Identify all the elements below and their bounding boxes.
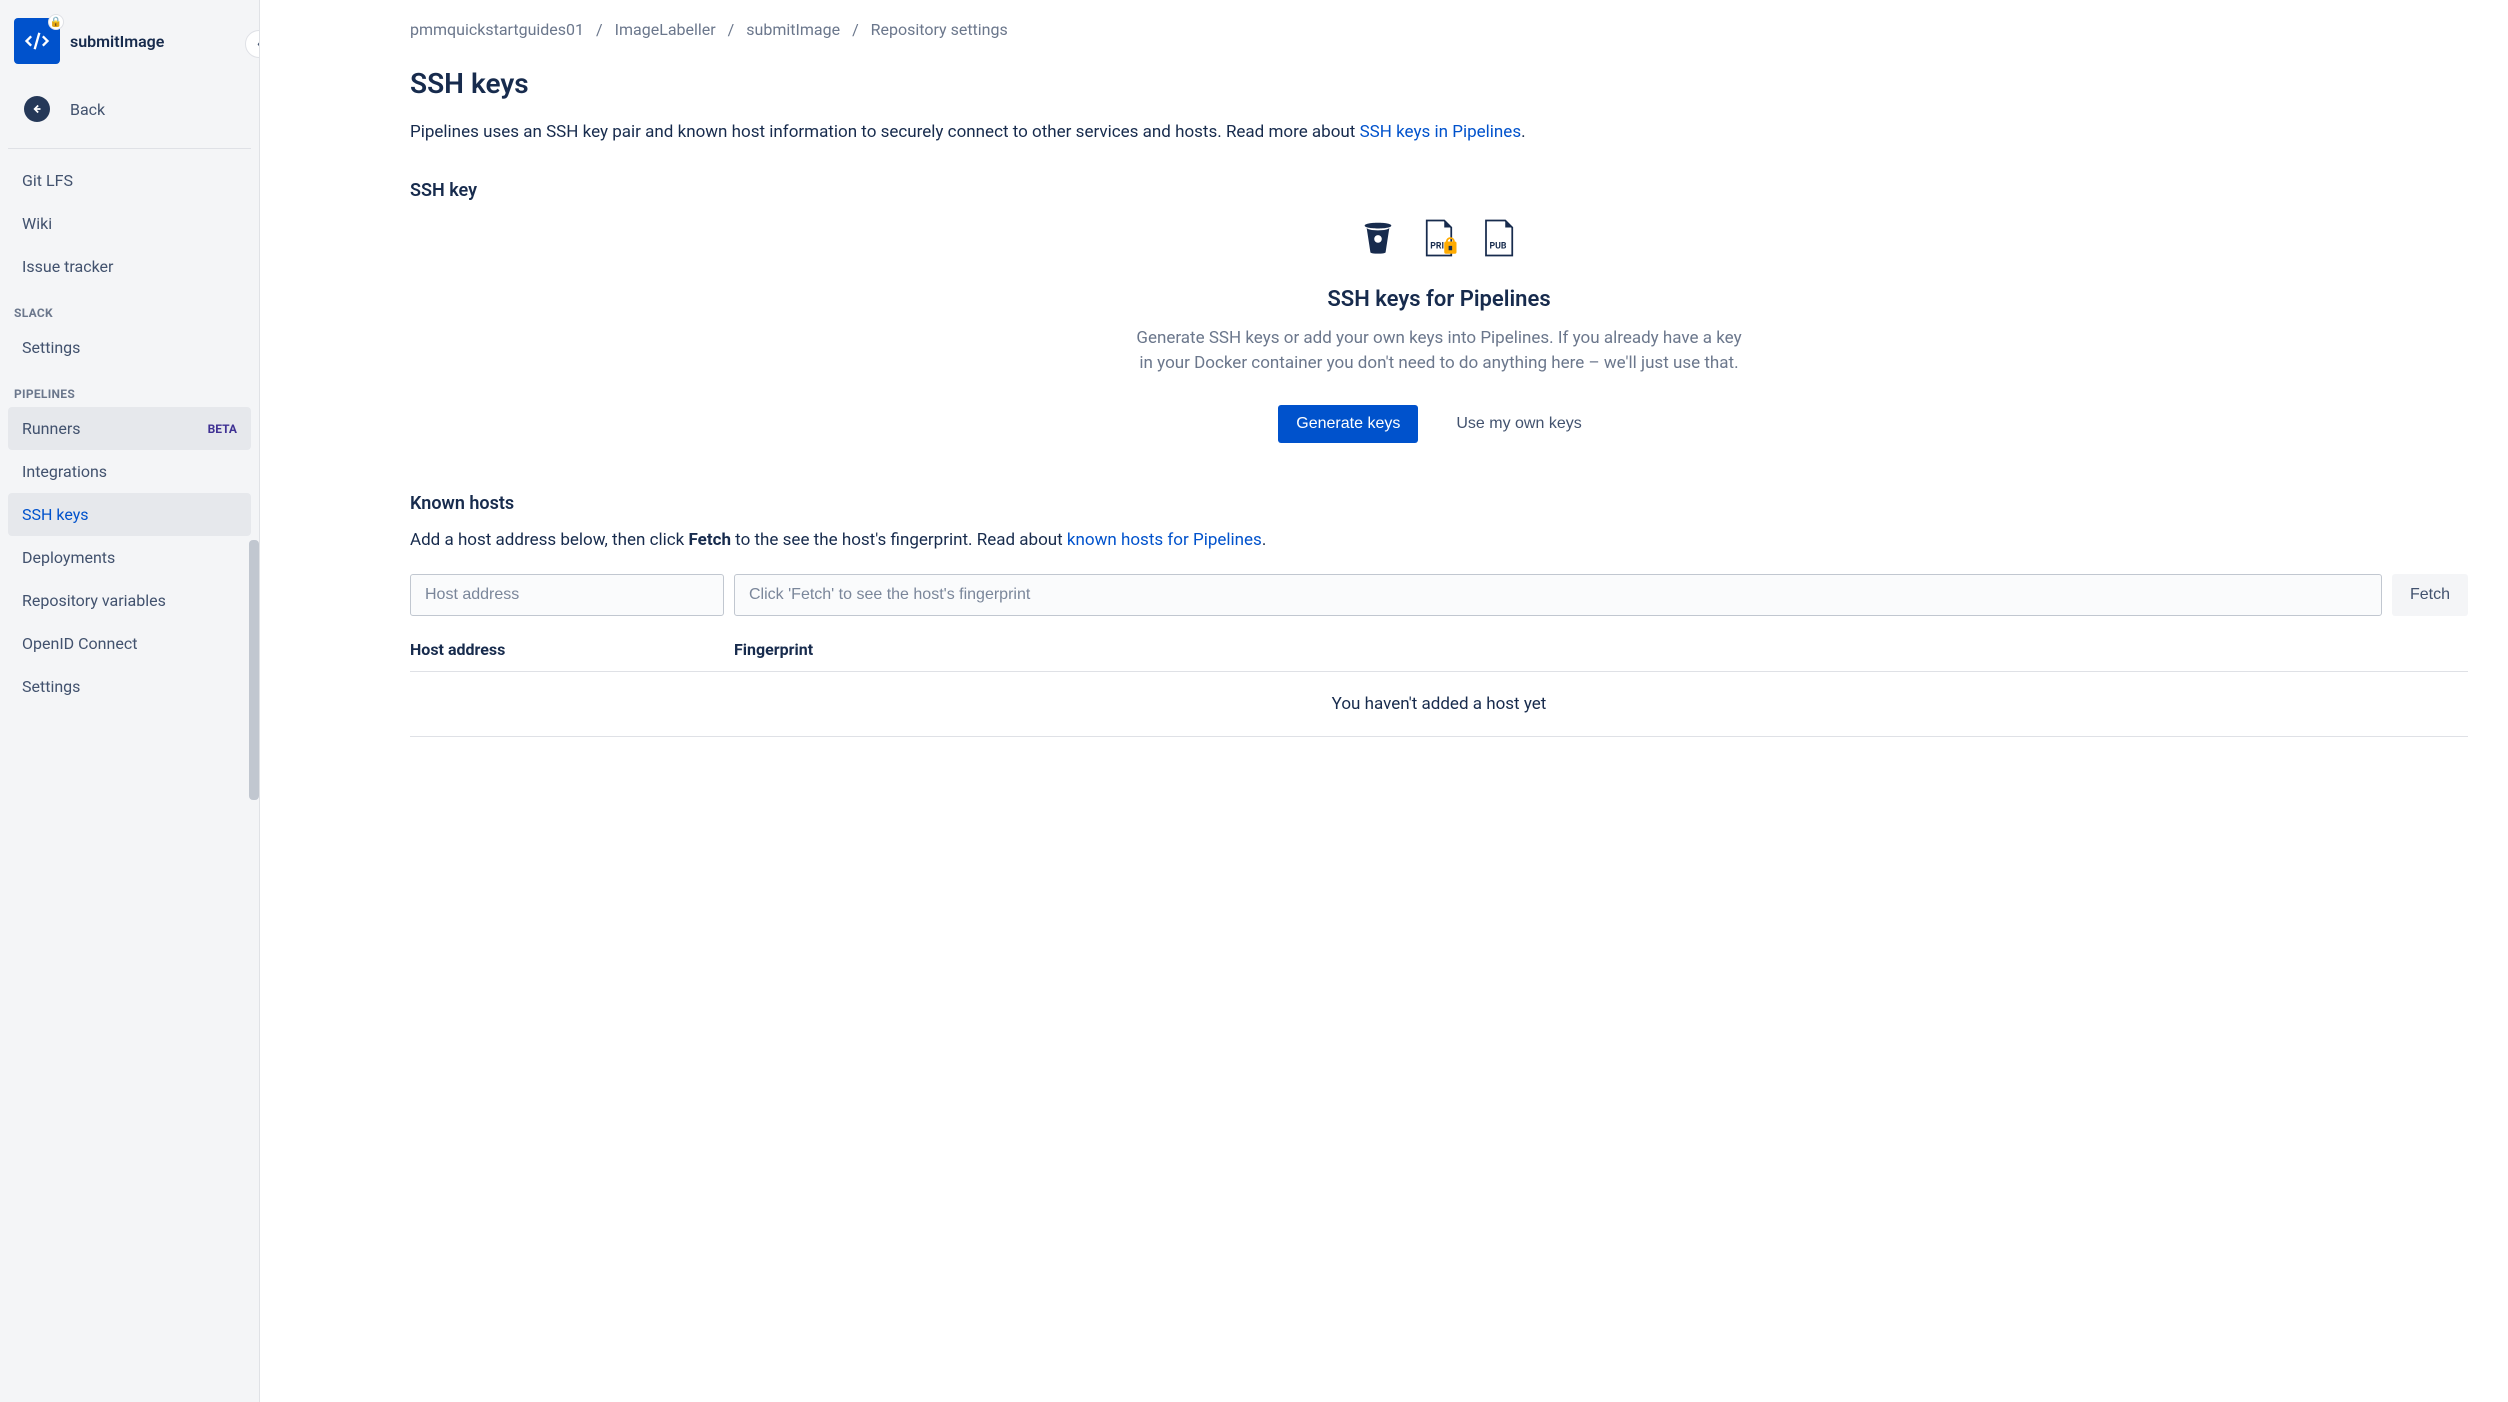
sidebar-item-pipelines-settings[interactable]: Settings: [8, 665, 251, 708]
sidebar: 🔒 submitImage ‹ Back Git LFS Wiki Issue …: [0, 0, 260, 1402]
divider: [8, 148, 251, 149]
sidebar-item-slack-settings[interactable]: Settings: [8, 326, 251, 369]
ssh-panel-title: SSH keys for Pipelines: [1129, 287, 1749, 312]
known-hosts-doc-link[interactable]: known hosts for Pipelines: [1067, 530, 1262, 550]
breadcrumb-item[interactable]: submitImage: [746, 20, 840, 39]
breadcrumb-item[interactable]: ImageLabeller: [615, 20, 716, 39]
beta-badge: BETA: [208, 422, 237, 436]
known-hosts-description: Add a host address below, then click Fet…: [410, 530, 2468, 550]
ssh-icons: PRI PUB: [1129, 217, 1749, 259]
breadcrumb-item[interactable]: pmmquickstartguides01: [410, 20, 584, 39]
known-hosts-table-head: Host address Fingerprint: [410, 640, 2468, 672]
private-key-file-icon: PRI: [1417, 217, 1461, 259]
sidebar-item-openid-connect[interactable]: OpenID Connect: [8, 622, 251, 665]
sidebar-item-repo-variables[interactable]: Repository variables: [8, 579, 251, 622]
col-fingerprint: Fingerprint: [734, 640, 2468, 659]
svg-text:PRI: PRI: [1430, 241, 1444, 251]
known-hosts-input-row: Fetch: [410, 574, 2468, 616]
svg-text:PUB: PUB: [1490, 241, 1507, 251]
fetch-button[interactable]: Fetch: [2392, 574, 2468, 616]
arrow-left-icon: [24, 96, 50, 122]
public-key-file-icon: PUB: [1481, 217, 1519, 259]
main-content: pmmquickstartguides01 / ImageLabeller / …: [260, 0, 2508, 1402]
intro-text: Pipelines uses an SSH key pair and known…: [410, 120, 2468, 146]
breadcrumb: pmmquickstartguides01 / ImageLabeller / …: [410, 20, 2468, 39]
repo-title: submitImage: [70, 32, 164, 51]
back-label: Back: [70, 100, 105, 119]
sidebar-header: 🔒 submitImage: [0, 0, 259, 82]
page-title: SSH keys: [410, 67, 2468, 100]
breadcrumb-separator: /: [728, 20, 735, 39]
bucket-icon: [1359, 217, 1397, 257]
scrollbar[interactable]: [249, 540, 259, 800]
generate-keys-button[interactable]: Generate keys: [1278, 405, 1418, 443]
ssh-keys-doc-link[interactable]: SSH keys in Pipelines: [1360, 122, 1522, 142]
known-hosts-empty: You haven't added a host yet: [410, 672, 2468, 737]
repo-icon: 🔒: [14, 18, 60, 64]
chevron-left-icon: ‹: [257, 36, 260, 52]
fingerprint-input[interactable]: [734, 574, 2382, 616]
sidebar-item-wiki[interactable]: Wiki: [8, 202, 251, 245]
host-address-input[interactable]: [410, 574, 724, 616]
sidebar-item-issue-tracker[interactable]: Issue tracker: [8, 245, 251, 288]
known-hosts-heading: Known hosts: [410, 493, 2468, 514]
sidebar-item-integrations[interactable]: Integrations: [8, 450, 251, 493]
breadcrumb-item[interactable]: Repository settings: [871, 20, 1008, 39]
use-own-keys-button[interactable]: Use my own keys: [1438, 405, 1599, 443]
breadcrumb-separator: /: [596, 20, 603, 39]
ssh-key-panel: PRI PUB SSH keys for Pipelines Generate …: [1129, 217, 1749, 443]
breadcrumb-separator: /: [852, 20, 859, 39]
back-button[interactable]: Back: [0, 82, 259, 144]
sidebar-item-runners[interactable]: Runners BETA: [8, 407, 251, 450]
ssh-key-heading: SSH key: [410, 180, 2468, 201]
col-host-address: Host address: [410, 640, 734, 659]
section-heading-slack: SLACK: [0, 288, 259, 326]
section-heading-pipelines: PIPELINES: [0, 369, 259, 407]
lock-icon: 🔒: [48, 14, 64, 30]
sidebar-item-git-lfs[interactable]: Git LFS: [8, 159, 251, 202]
ssh-panel-description: Generate SSH keys or add your own keys i…: [1129, 326, 1749, 377]
sidebar-item-deployments[interactable]: Deployments: [8, 536, 251, 579]
sidebar-item-ssh-keys[interactable]: SSH keys: [8, 493, 251, 536]
